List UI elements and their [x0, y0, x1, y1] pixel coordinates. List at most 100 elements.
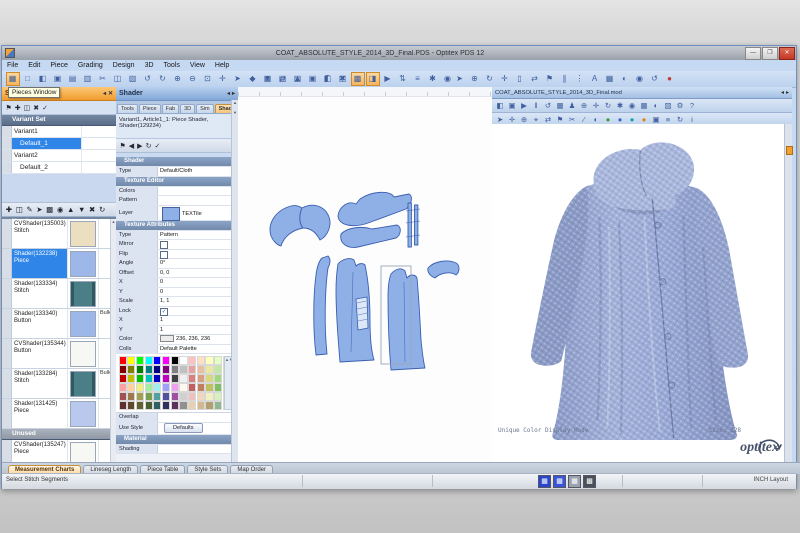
palette-color[interactable]: [196, 365, 205, 374]
piece-table-icon[interactable]: ▦: [261, 72, 275, 86]
layer-thumbnail[interactable]: [162, 206, 180, 221]
v-help-icon[interactable]: ?: [687, 100, 698, 111]
palette-color[interactable]: [135, 392, 145, 401]
menu-item-tools[interactable]: Tools: [159, 62, 185, 69]
palette-color[interactable]: [161, 392, 171, 401]
palette-color[interactable]: [153, 392, 162, 401]
prop-row[interactable]: Pattern: [116, 196, 232, 206]
tx-sample-icon[interactable]: ◉: [57, 205, 64, 214]
palette-color[interactable]: [127, 374, 136, 383]
palette-color[interactable]: [161, 401, 171, 410]
shader-prev-icon[interactable]: ◂: [227, 90, 230, 97]
snapshot-icon[interactable]: ◉: [633, 72, 647, 86]
v-pan-icon[interactable]: ✛: [591, 100, 602, 111]
palette-color[interactable]: [188, 374, 197, 383]
palette-color[interactable]: [127, 392, 136, 401]
pattern-canvas[interactable]: [238, 87, 493, 462]
select-icon[interactable]: ➤: [231, 72, 245, 86]
palette-color[interactable]: [161, 383, 171, 392]
prop-row[interactable]: Color 236, 236, 236: [116, 335, 232, 345]
palette-color[interactable]: [205, 401, 214, 410]
palette-color[interactable]: [153, 365, 162, 374]
tx-up-icon[interactable]: ▲: [67, 205, 74, 214]
texture-row[interactable]: Shader(131425) Piece: [2, 399, 116, 429]
pan-icon[interactable]: ✛: [216, 72, 230, 86]
palette-color[interactable]: [144, 383, 153, 392]
palette-color[interactable]: [127, 401, 136, 410]
palette-color[interactable]: [153, 356, 162, 365]
zoom-fit-icon[interactable]: ⊡: [201, 72, 215, 86]
variant-row[interactable]: Variant1: [2, 126, 116, 138]
tension-icon[interactable]: A: [588, 72, 602, 86]
properties-icon[interactable]: ▣: [306, 72, 320, 86]
tx-refresh-icon[interactable]: ↻: [99, 205, 105, 214]
pieces-window-icon[interactable]: ▦: [5, 72, 20, 86]
prop-row[interactable]: Type Pattern: [116, 230, 232, 240]
palette-color[interactable]: [188, 383, 197, 392]
grid-gray-icon[interactable]: ▦: [568, 475, 581, 488]
panel-close-icon[interactable]: ✕: [108, 90, 113, 97]
prop-section[interactable]: Shader: [116, 157, 232, 167]
palette-color[interactable]: [170, 356, 179, 365]
palette-color[interactable]: [196, 401, 205, 410]
palette-color[interactable]: [144, 356, 153, 365]
palette-color[interactable]: [153, 374, 162, 383]
paste-icon[interactable]: ▨: [126, 72, 140, 86]
tx-assign-icon[interactable]: ➤: [36, 205, 42, 214]
sh-apply-icon[interactable]: ✓: [154, 142, 160, 150]
tx-clone-icon[interactable]: ◫: [16, 205, 23, 214]
prop-row[interactable]: Shading: [116, 444, 232, 454]
variant-row[interactable]: Default_1: [2, 138, 116, 150]
select-tool-icon[interactable]: ➤: [453, 72, 467, 86]
shader-tab-fab[interactable]: Fab: [161, 104, 180, 113]
rotate-tool-icon[interactable]: ↻: [483, 72, 497, 86]
viewer-scrollbar[interactable]: [784, 124, 793, 462]
colorize-icon[interactable]: ◐: [618, 72, 632, 86]
viewer-prev-icon[interactable]: ◂: [781, 89, 784, 96]
palette-color[interactable]: [170, 365, 179, 374]
prop-section[interactable]: Texture Attributes: [116, 220, 232, 231]
zoom-tool-icon[interactable]: ⊕: [468, 72, 482, 86]
prop-checkbox[interactable]: [160, 241, 168, 249]
palette-color[interactable]: [179, 365, 188, 374]
v-settings-icon[interactable]: ⚙: [675, 100, 686, 111]
view-icon[interactable]: ▯: [513, 72, 527, 86]
palette-color[interactable]: [214, 365, 223, 374]
palette-color[interactable]: [188, 356, 197, 365]
walk-icon[interactable]: ⇅: [396, 72, 410, 86]
v-avatar-icon[interactable]: ♟: [567, 100, 578, 111]
prop-row[interactable]: Overlap: [116, 413, 232, 423]
palette-color[interactable]: [127, 383, 136, 392]
palette-color[interactable]: [170, 392, 179, 401]
prop-row[interactable]: Y0: [116, 287, 232, 297]
sh-pin-icon[interactable]: ⚑: [120, 142, 126, 150]
prop-row[interactable]: Scale 1, 1: [116, 297, 232, 307]
prop-row[interactable]: X0: [116, 278, 232, 288]
copy-icon[interactable]: ◫: [111, 72, 125, 86]
sh-refresh-icon[interactable]: ↻: [146, 142, 152, 150]
menu-item-view[interactable]: View: [185, 62, 210, 69]
menu-item-help[interactable]: Help: [210, 62, 234, 69]
palette-color[interactable]: [188, 401, 197, 410]
shader-next-icon[interactable]: ▸: [232, 90, 235, 97]
close-button[interactable]: ✕: [779, 46, 795, 60]
defaults-button[interactable]: Defaults: [164, 423, 203, 433]
palette-color[interactable]: [214, 392, 223, 401]
v-pause-icon[interactable]: ‖: [531, 100, 542, 111]
palette-color[interactable]: [144, 392, 153, 401]
tx-down-icon[interactable]: ▼: [78, 205, 85, 214]
v-simulate-icon[interactable]: ▶: [519, 100, 530, 111]
v-rotate-icon[interactable]: ↻: [603, 100, 614, 111]
palette-color[interactable]: [161, 356, 171, 365]
palette-color[interactable]: [179, 401, 188, 410]
tape-icon[interactable]: ⇄: [528, 72, 542, 86]
texture-row[interactable]: CVShader(135344) Button: [2, 339, 116, 369]
shader-tab-3d[interactable]: 3D: [180, 104, 196, 113]
record-icon[interactable]: ●: [663, 72, 677, 86]
prop-color-swatch[interactable]: [160, 335, 174, 343]
shader-icon[interactable]: ▩: [350, 72, 365, 86]
prop-row[interactable]: Colls Default Palette: [116, 344, 232, 354]
pan-tool-icon[interactable]: ✛: [498, 72, 512, 86]
prop-row[interactable]: Layer TEXTile: [116, 205, 232, 221]
fabric-icon[interactable]: ◧: [321, 72, 335, 86]
